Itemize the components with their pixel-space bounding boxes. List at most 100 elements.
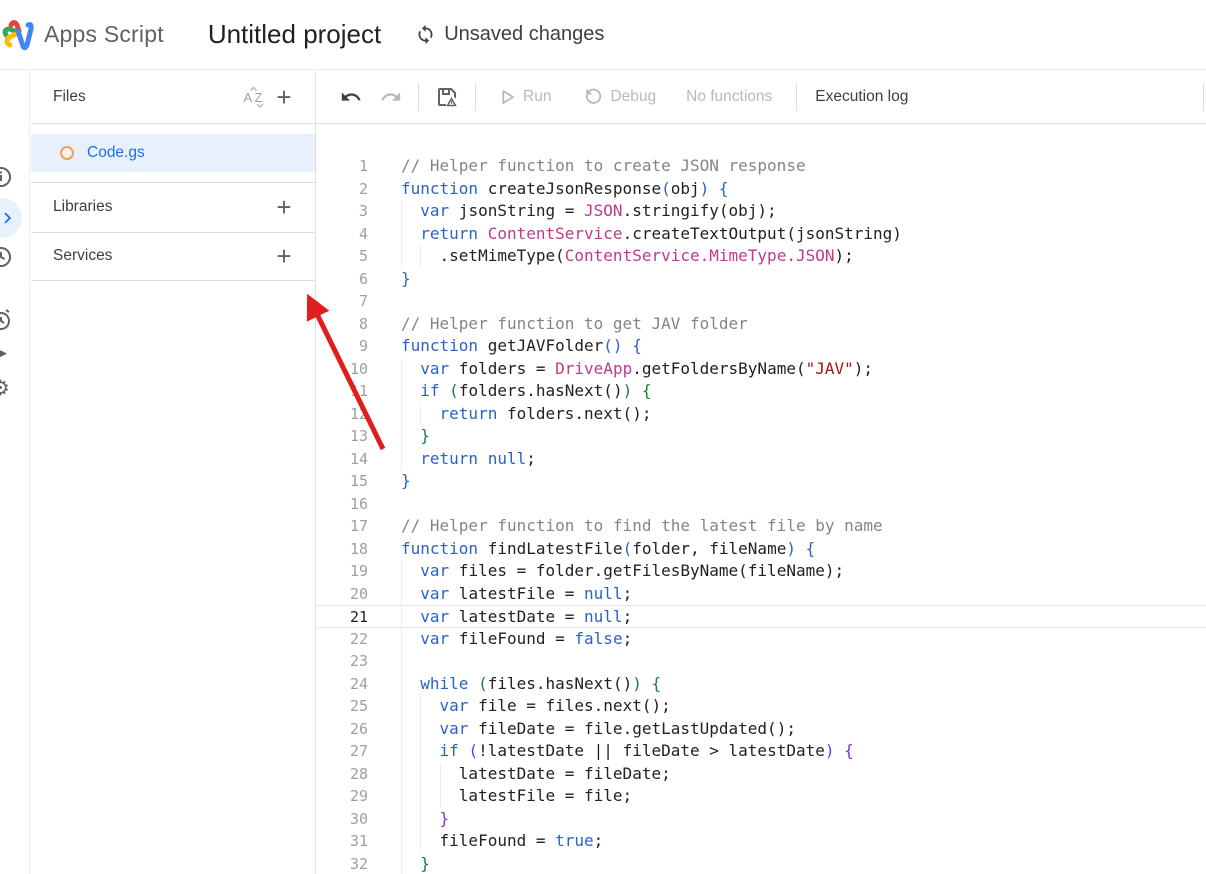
code-token: return [440, 404, 498, 423]
debug-icon [583, 87, 603, 107]
code-line[interactable]: 16 [316, 493, 1206, 516]
code-token: () [603, 336, 622, 355]
nav-triggers-icon[interactable] [0, 308, 13, 337]
code-line[interactable]: 19var files = folder.getFilesByName(file… [316, 560, 1206, 583]
line-number[interactable]: 9 [316, 335, 368, 358]
line-number[interactable]: 23 [316, 650, 368, 673]
add-file-button[interactable]: + [269, 82, 299, 112]
line-number[interactable]: 24 [316, 673, 368, 696]
code-token: ) [786, 539, 796, 558]
code-line[interactable]: 8// Helper function to get JAV folder [316, 313, 1206, 336]
save-warning-icon [435, 85, 459, 109]
line-number[interactable]: 16 [316, 493, 368, 516]
code-token: return [420, 449, 478, 468]
code-line[interactable]: 30} [316, 808, 1206, 831]
add-service-button[interactable]: + [269, 241, 299, 271]
line-number[interactable]: 3 [316, 200, 368, 223]
nav-project-settings-icon[interactable]: ⚙ [0, 378, 10, 399]
line-number[interactable]: 30 [316, 808, 368, 831]
indent-guide [401, 763, 420, 786]
code-line[interactable]: 29latestFile = file; [316, 785, 1206, 808]
code-token: folders = [449, 359, 555, 378]
files-panel: Files A Z + Code.gs Libraries + Services… [31, 71, 315, 874]
code-line[interactable]: 28latestDate = fileDate; [316, 763, 1206, 786]
code-line[interactable]: 10var folders = DriveApp.getFoldersByNam… [316, 358, 1206, 381]
code-line[interactable]: 1// Helper function to create JSON respo… [316, 155, 1206, 178]
code-line[interactable]: 6} [316, 268, 1206, 291]
code-line[interactable]: 5.setMimeType(ContentService.MimeType.JS… [316, 245, 1206, 268]
line-number[interactable]: 31 [316, 830, 368, 853]
code-token: .createTextOutput(jsonString) [623, 224, 902, 243]
nav-project-history-icon[interactable] [0, 245, 13, 274]
save-button[interactable] [431, 81, 463, 113]
nav-overview-icon[interactable] [0, 165, 13, 194]
file-name[interactable]: Code.gs [87, 144, 145, 162]
code-line[interactable]: 27if (!latestDate || fileDate > latestDa… [316, 740, 1206, 763]
code-line[interactable]: 24while (files.hasNext()) { [316, 673, 1206, 696]
line-number[interactable]: 18 [316, 538, 368, 561]
code-line[interactable]: 11if (folders.hasNext()) { [316, 380, 1206, 403]
code-line[interactable]: 2function createJsonResponse(obj) { [316, 178, 1206, 201]
function-select[interactable]: No functions [686, 88, 772, 106]
line-number[interactable]: 27 [316, 740, 368, 763]
sort-az-icon[interactable]: A Z [239, 82, 269, 112]
code-token: { [642, 381, 652, 400]
code-line[interactable]: 15} [316, 470, 1206, 493]
execution-log-button[interactable]: Execution log [811, 84, 912, 110]
line-number[interactable]: 10 [316, 358, 368, 381]
run-button[interactable]: Run [494, 84, 555, 110]
line-number[interactable]: 25 [316, 695, 368, 718]
line-number[interactable]: 5 [316, 245, 368, 268]
file-row-code-gs[interactable]: Code.gs [31, 134, 315, 172]
code-line[interactable]: 21var latestDate = null; [316, 605, 1206, 628]
line-number[interactable]: 19 [316, 560, 368, 583]
code-line[interactable]: 25var file = files.next(); [316, 695, 1206, 718]
nav-editor-icon[interactable] [0, 198, 22, 238]
line-number[interactable]: 1 [316, 155, 368, 178]
nav-executions-icon[interactable]: ▶ [0, 344, 7, 361]
line-number[interactable]: 4 [316, 223, 368, 246]
code-line[interactable]: 12return folders.next(); [316, 403, 1206, 426]
code-line[interactable]: 17// Helper function to find the latest … [316, 515, 1206, 538]
indent-guide [401, 718, 420, 741]
code-line[interactable]: 31fileFound = true; [316, 830, 1206, 853]
code-token: var [420, 607, 449, 626]
code-line[interactable]: 23 [316, 650, 1206, 673]
line-number[interactable]: 11 [316, 380, 368, 403]
undo-button[interactable] [336, 82, 366, 112]
code-line[interactable]: 7 [316, 290, 1206, 313]
project-title[interactable]: Untitled project [208, 19, 381, 50]
code-token: JSON [584, 201, 623, 220]
line-number[interactable]: 14 [316, 448, 368, 471]
line-number[interactable]: 15 [316, 470, 368, 493]
line-number[interactable]: 21 [316, 606, 368, 629]
add-library-button[interactable]: + [269, 192, 299, 222]
line-number[interactable]: 26 [316, 718, 368, 741]
code-line[interactable]: 4return ContentService.createTextOutput(… [316, 223, 1206, 246]
line-number[interactable]: 32 [316, 853, 368, 874]
line-number[interactable]: 6 [316, 268, 368, 291]
line-number[interactable]: 12 [316, 403, 368, 426]
line-number[interactable]: 8 [316, 313, 368, 336]
redo-button[interactable] [376, 82, 406, 112]
code-token: ) [632, 674, 642, 693]
line-number[interactable]: 22 [316, 628, 368, 651]
debug-button[interactable]: Debug [579, 83, 660, 111]
code-line[interactable]: 20var latestFile = null; [316, 583, 1206, 606]
line-number[interactable]: 7 [316, 290, 368, 313]
code-line[interactable]: 18function findLatestFile(folder, fileNa… [316, 538, 1206, 561]
code-line[interactable]: 22var fileFound = false; [316, 628, 1206, 651]
code-line[interactable]: 9function getJAVFolder() { [316, 335, 1206, 358]
line-number[interactable]: 29 [316, 785, 368, 808]
code-line[interactable]: 13} [316, 425, 1206, 448]
code-line[interactable]: 32} [316, 853, 1206, 874]
line-number[interactable]: 2 [316, 178, 368, 201]
code-line[interactable]: 26var fileDate = file.getLastUpdated(); [316, 718, 1206, 741]
line-number[interactable]: 17 [316, 515, 368, 538]
code-area[interactable]: 1// Helper function to create JSON respo… [316, 125, 1206, 874]
code-line[interactable]: 3var jsonString = JSON.stringify(obj); [316, 200, 1206, 223]
line-number[interactable]: 20 [316, 583, 368, 606]
code-line[interactable]: 14return null; [316, 448, 1206, 471]
line-number[interactable]: 13 [316, 425, 368, 448]
line-number[interactable]: 28 [316, 763, 368, 786]
